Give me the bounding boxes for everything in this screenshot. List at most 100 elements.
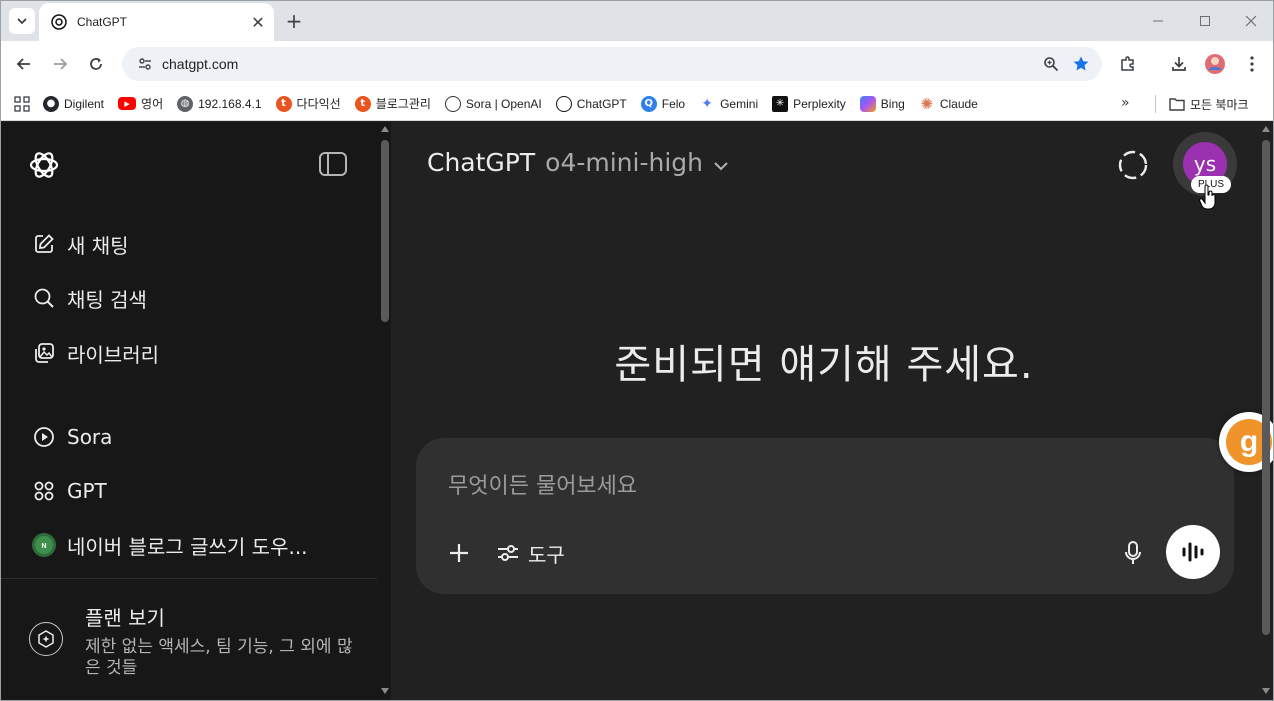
profile-avatar-icon [1205, 54, 1225, 74]
openai-icon [51, 14, 67, 30]
minimize-icon [1153, 20, 1163, 22]
bookmark-item[interactable]: ● Digilent [43, 91, 104, 117]
extensions-button[interactable] [1114, 50, 1142, 78]
globe-icon: ◍ [177, 95, 194, 112]
bookmark-star-icon[interactable] [1066, 49, 1096, 79]
maximize-icon [1200, 16, 1210, 26]
bookmarks-bar: ● Digilent ▶ 영어 ◍ 192.168.4.1 t 다다익선 t 블로그관리 … [1, 87, 1273, 121]
more-bookmarks-button[interactable]: » [1121, 95, 1130, 111]
back-button[interactable] [10, 50, 38, 78]
chevron-down-icon [714, 162, 728, 171]
dictate-button[interactable] [1116, 536, 1150, 570]
chevron-down-icon [17, 18, 27, 25]
close-window-button[interactable] [1236, 9, 1266, 33]
naver-gpt-avatar: N [31, 532, 57, 558]
forward-button[interactable] [46, 50, 74, 78]
chrome-menu-button[interactable] [1238, 50, 1266, 78]
bookmark-item[interactable]: Sora | OpenAI [444, 91, 542, 117]
zoom-icon[interactable] [1036, 49, 1066, 79]
view-plans-button[interactable]: 플랜 보기 제한 없는 액세스, 팀 기능, 그 외에 많은 것들 [29, 600, 369, 680]
waveform-icon [1182, 542, 1204, 562]
arrow-right-icon [54, 58, 68, 70]
dashed-circle-icon [1118, 150, 1148, 180]
bookmark-item[interactable]: t 다다익선 [275, 91, 341, 117]
gemini-icon: ✦ [701, 95, 713, 112]
sidebar-item-sora[interactable]: Sora [17, 416, 357, 458]
sidebar-item-label: 새 채팅 [67, 233, 129, 258]
maximize-button[interactable] [1190, 9, 1220, 33]
downloads-button[interactable] [1165, 50, 1193, 78]
bookmark-item[interactable]: Q Felo [640, 91, 685, 117]
search-icon [31, 285, 57, 311]
tab-strip: ChatGPT ✕ + [1, 1, 1273, 41]
tools-button[interactable]: 도구 [496, 536, 565, 570]
sidebar-scroll-thumb[interactable] [381, 140, 389, 322]
plan-title: 플랜 보기 [85, 606, 165, 630]
tab-title: ChatGPT [77, 15, 128, 29]
profile-button[interactable] [1201, 50, 1229, 78]
upgrade-sparkle-icon [29, 622, 63, 656]
sidebar-item-library[interactable]: 라이브러리 [17, 332, 357, 374]
prompt-input[interactable]: 무엇이든 물어보세요 [448, 468, 637, 500]
sidebar-toggle-button[interactable] [317, 150, 349, 178]
sidebar-panel-icon [319, 152, 347, 176]
download-icon [1172, 57, 1186, 71]
tab-chatgpt[interactable]: ChatGPT ✕ [39, 3, 274, 41]
bookmark-item[interactable]: ✦ Gemini [699, 91, 758, 117]
address-bar[interactable]: chatgpt.com [122, 47, 1102, 81]
bookmark-item[interactable]: ✺ Claude [919, 91, 978, 117]
openai-logo-icon[interactable] [27, 148, 61, 182]
sidebar-item-naver-blog-gpt[interactable]: N 네이버 블로그 글쓰기 도우... [17, 524, 357, 566]
sidebar-item-new-chat[interactable]: 새 채팅 [17, 223, 357, 265]
tab-search-button[interactable] [9, 8, 35, 34]
svg-text:N: N [41, 543, 46, 550]
openai-icon [444, 95, 461, 112]
scroll-up-icon [1262, 126, 1270, 132]
puzzle-icon [1121, 56, 1134, 71]
hand-cursor-icon [1199, 184, 1216, 210]
bookmark-item[interactable]: t 블로그관리 [354, 91, 431, 117]
reload-icon [90, 58, 102, 70]
all-bookmarks-button[interactable]: 모든 북마크 [1169, 91, 1249, 117]
bookmark-item[interactable]: ◍ 192.168.4.1 [177, 91, 262, 117]
play-icon [31, 424, 57, 450]
sidebar-item-label: 네이버 블로그 글쓰기 도우... [67, 534, 308, 559]
sidebar-scrollbar[interactable] [379, 122, 391, 700]
sidebar-item-label: Sora [67, 425, 113, 449]
site-info-icon[interactable] [130, 56, 160, 72]
temporary-chat-button[interactable] [1114, 146, 1152, 184]
reload-button[interactable] [82, 50, 110, 78]
github-icon: ● [43, 95, 59, 112]
bookmark-item[interactable]: ▶ 영어 [118, 91, 163, 117]
sidebar-item-search[interactable]: 채팅 검색 [17, 277, 357, 319]
sidebar-item-label: 채팅 검색 [67, 287, 147, 312]
sidebar-item-label: 라이브러리 [67, 342, 159, 367]
composer: 무엇이든 물어보세요 도구 [416, 438, 1234, 594]
sidebar-item-gpt[interactable]: GPT [17, 470, 357, 512]
model-variant: o4-mini-high [545, 148, 703, 177]
bookmark-item[interactable]: ✳ Perplexity [772, 91, 846, 117]
empty-state-headline: 준비되면 얘기해 주세요. [614, 342, 1034, 388]
url-text[interactable]: chatgpt.com [162, 56, 1036, 72]
sliders-icon [498, 545, 518, 561]
new-tab-button[interactable]: + [282, 9, 306, 33]
scroll-up-icon [381, 126, 389, 132]
main-scroll-thumb[interactable] [1262, 140, 1270, 635]
sidebar-item-label: GPT [67, 479, 107, 503]
minimize-button[interactable] [1143, 9, 1173, 33]
model-selector[interactable]: ChatGPT o4-mini-high [427, 148, 731, 184]
felo-icon: Q [640, 95, 657, 112]
tistory-icon: t [354, 95, 371, 112]
sidebar-divider [1, 578, 377, 579]
voice-mode-button[interactable] [1166, 525, 1220, 579]
kebab-menu-icon [1250, 56, 1254, 72]
close-tab-icon[interactable]: ✕ [248, 12, 268, 32]
tistory-icon: t [275, 95, 292, 112]
attach-button[interactable] [442, 536, 476, 570]
tools-label: 도구 [528, 542, 565, 567]
apps-grid-icon[interactable] [1, 95, 43, 112]
bookmark-item[interactable]: ChatGPT [555, 91, 627, 117]
youtube-icon: ▶ [118, 97, 137, 110]
main-scrollbar[interactable] [1259, 122, 1273, 700]
bookmark-item[interactable]: Bing [859, 91, 905, 117]
